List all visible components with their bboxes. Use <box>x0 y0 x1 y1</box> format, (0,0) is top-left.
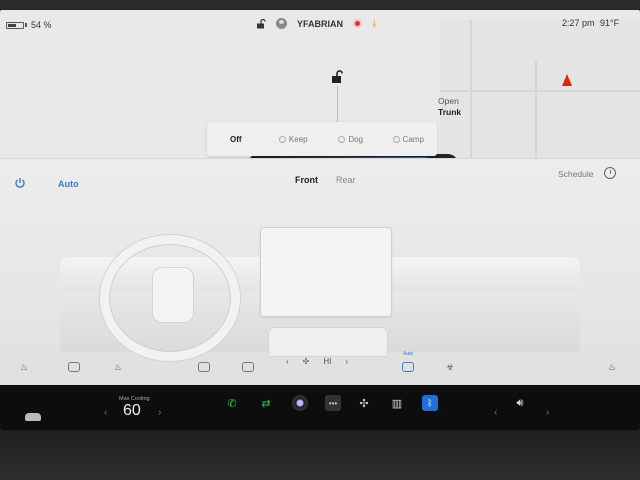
battery-indicator: 54 % <box>6 20 52 30</box>
climate-mode-selector: Off Keep Dog Camp <box>207 122 437 156</box>
defrost-front-icon <box>198 362 210 372</box>
more-apps-icon[interactable]: ••• <box>325 395 341 411</box>
camera-icon[interactable] <box>292 395 308 411</box>
tab-rear[interactable]: Rear <box>336 175 356 185</box>
open-trunk-button[interactable]: Open Trunk <box>438 96 461 118</box>
airflow-button[interactable] <box>402 357 414 377</box>
seat-heater-right-button[interactable]: ♨ <box>608 357 616 377</box>
touchscreen: 54 % YFABRIAN ⤓ 2:27 pm 91°F Open Trunk … <box>0 10 640 430</box>
map-road <box>535 60 537 165</box>
seat-heater-left-button[interactable]: ♨ <box>20 357 28 377</box>
fan-icon: ✣ <box>302 357 310 366</box>
unlock-icon[interactable] <box>256 18 266 29</box>
battery-tip <box>25 23 27 27</box>
seat-heater-icon: ♨ <box>608 361 617 372</box>
center-display-render <box>260 227 392 317</box>
map-view[interactable] <box>440 20 640 165</box>
fan-speed-control: ‹ ✣ HI › <box>286 357 348 366</box>
status-center: YFABRIAN ⤓ <box>256 18 376 29</box>
mode-off[interactable]: Off <box>207 135 265 144</box>
bioweapon-mode-button[interactable]: ☣ <box>446 357 454 377</box>
temp-increase-button[interactable]: › <box>158 407 161 418</box>
map-road <box>440 90 640 92</box>
power-icon[interactable] <box>14 177 26 189</box>
toybox-icon[interactable]: ▥ <box>389 395 405 411</box>
tent-icon <box>392 135 400 143</box>
fan-speed-value: HI <box>323 357 332 366</box>
clock-time: 2:27 pm <box>562 18 595 28</box>
center-console-render <box>268 327 388 357</box>
volume-icon[interactable]: 🔊︎ <box>512 395 528 411</box>
fan-icon[interactable]: ✣ <box>356 395 372 411</box>
mode-camp-label: Camp <box>402 134 424 144</box>
software-download-icon[interactable]: ⤓ <box>372 18 376 29</box>
battery-icon <box>6 21 24 29</box>
bluetooth-icon[interactable]: ᛒ <box>422 395 438 411</box>
rear-defrost-button[interactable] <box>68 357 80 377</box>
auto-climate-button[interactable]: Auto <box>58 179 79 189</box>
mode-off-label: Off <box>229 134 242 144</box>
seat-heater-icon: ♨ <box>20 361 29 372</box>
clock-icon[interactable] <box>604 167 616 179</box>
steering-heat-button[interactable]: ♨ <box>114 357 122 377</box>
defrost-rear-icon <box>68 362 80 372</box>
bottom-bezel <box>0 430 640 480</box>
shuffle-icon[interactable]: ⇄ <box>258 395 274 411</box>
cabin-temp-value[interactable]: 60 <box>123 402 141 420</box>
fan-icon <box>278 135 286 143</box>
rear-defog-button[interactable] <box>242 357 254 377</box>
bottom-dock: ‹ Max Cooling 60 › ✆ ⇄ ••• ✣ ▥ ᛒ ‹ 🔊︎ › <box>0 385 640 430</box>
tab-front[interactable]: Front <box>295 175 318 185</box>
dashboard-render <box>60 227 580 362</box>
mode-dog[interactable]: Dog <box>322 135 380 144</box>
vehicle-unlock-icon[interactable] <box>330 70 344 84</box>
climate-panel: Auto Front Rear Schedule ♨ ♨ ‹ ✣ HI › Au… <box>0 158 640 398</box>
navigation-arrow-icon <box>562 74 572 86</box>
fan-decrease-button[interactable]: ‹ <box>286 357 289 366</box>
user-avatar-icon[interactable] <box>276 18 287 29</box>
airflow-icon <box>402 362 414 372</box>
defog-icon <box>242 362 254 372</box>
fan-increase-button[interactable]: › <box>345 357 348 366</box>
car-icon[interactable] <box>25 413 41 421</box>
steering-wheel-hub <box>152 267 194 323</box>
volume-increase-button[interactable]: › <box>546 407 549 418</box>
mode-keep[interactable]: Keep <box>265 135 323 144</box>
battery-fill <box>8 23 16 27</box>
mode-camp[interactable]: Camp <box>380 135 438 144</box>
biohazard-icon: ☣ <box>446 361 455 372</box>
trunk-label-open: Open <box>438 96 459 106</box>
battery-percent: 54 % <box>31 20 52 30</box>
front-defrost-button[interactable] <box>198 357 210 377</box>
status-bar: 54 % YFABRIAN ⤓ 2:27 pm 91°F <box>0 10 640 38</box>
temp-decrease-button[interactable]: ‹ <box>104 407 107 418</box>
dog-icon <box>338 135 346 143</box>
mode-keep-label: Keep <box>288 134 308 144</box>
steering-heat-icon: ♨ <box>114 361 123 372</box>
mode-dog-label: Dog <box>348 134 364 144</box>
map-road <box>470 20 472 165</box>
trunk-label-trunk: Trunk <box>438 107 462 117</box>
dashcam-record-icon[interactable] <box>353 19 363 28</box>
volume-decrease-button[interactable]: ‹ <box>494 407 497 418</box>
schedule-button[interactable]: Schedule <box>558 169 593 179</box>
outside-temperature: 91°F <box>600 18 620 28</box>
lock-callout-line <box>337 86 338 122</box>
phone-icon[interactable]: ✆ <box>224 395 240 411</box>
driver-profile-name[interactable]: YFABRIAN <box>297 19 343 29</box>
